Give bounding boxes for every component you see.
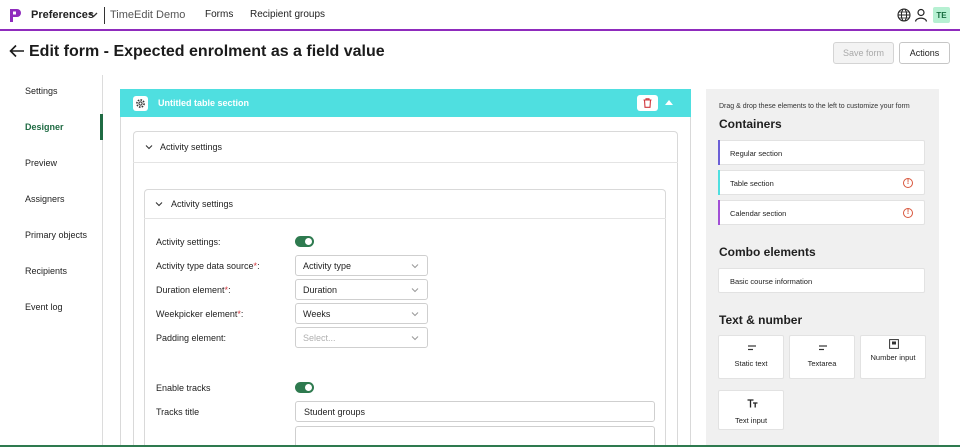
tracks-title-label: Tracks title bbox=[156, 407, 200, 417]
user-icon[interactable] bbox=[914, 8, 928, 22]
chevron-down-icon[interactable] bbox=[89, 10, 98, 19]
padding-select[interactable]: Select... bbox=[295, 327, 428, 348]
tile-label: Static text bbox=[734, 359, 768, 368]
chevron-down-icon bbox=[411, 336, 419, 341]
inner-card-title: Activity settings bbox=[171, 199, 234, 209]
combo-elements-heading: Combo elements bbox=[719, 245, 816, 259]
palette-tile-textarea[interactable]: Textarea bbox=[789, 335, 855, 379]
activity-settings-label: Activity settings: bbox=[156, 237, 221, 247]
organization-name: TimeEdit Demo bbox=[110, 9, 186, 21]
select-value: Weeks bbox=[303, 309, 331, 319]
weekpicker-select[interactable]: Weeks bbox=[295, 303, 428, 324]
enable-tracks-label: Enable tracks bbox=[156, 383, 211, 393]
delete-section-button[interactable] bbox=[637, 95, 658, 111]
tile-label: Number input bbox=[870, 353, 916, 362]
tile-label: Textarea bbox=[807, 359, 837, 368]
globe-icon[interactable] bbox=[897, 8, 911, 22]
palette-item-label: Regular section bbox=[730, 149, 783, 158]
divider bbox=[104, 7, 105, 24]
page-title: Edit form - Expected enrolment as a fiel… bbox=[29, 43, 385, 60]
accent-bar bbox=[718, 200, 720, 225]
text-lines-icon bbox=[819, 345, 827, 351]
palette-item-regular-section[interactable]: Regular section bbox=[718, 140, 925, 165]
enable-tracks-toggle[interactable] bbox=[295, 382, 314, 393]
palette-item-label: Basic course information bbox=[730, 277, 813, 286]
chevron-down-icon bbox=[411, 264, 419, 269]
section-settings-button[interactable] bbox=[133, 96, 148, 111]
nav-recipient-groups[interactable]: Recipient groups bbox=[250, 9, 325, 20]
palette-item-calendar-section[interactable]: Calendar section ! bbox=[718, 200, 925, 225]
app-logo-icon[interactable] bbox=[9, 8, 22, 23]
trash-icon bbox=[643, 98, 652, 108]
card-title: Activity settings bbox=[160, 142, 223, 152]
select-value: Duration bbox=[303, 285, 338, 295]
palette-hint: Drag & drop these elements to the left t… bbox=[719, 103, 910, 110]
app-name[interactable]: Preferences bbox=[31, 9, 94, 21]
padding-label: Padding element: bbox=[156, 333, 227, 343]
collapse-caret-icon[interactable] bbox=[665, 100, 673, 105]
sidebar-item-primary-objects[interactable]: Primary objects bbox=[25, 230, 87, 240]
warning-icon[interactable]: ! bbox=[903, 178, 913, 188]
chevron-down-icon[interactable] bbox=[155, 200, 163, 208]
palette-tile-text-input[interactable]: Text input bbox=[718, 390, 784, 430]
next-field-input[interactable] bbox=[295, 426, 655, 447]
palette-item-table-section[interactable]: Table section ! bbox=[718, 170, 925, 195]
actions-button[interactable]: Actions bbox=[899, 42, 950, 64]
palette-item-basic-course-information[interactable]: Basic course information bbox=[718, 268, 925, 293]
activity-settings-toggle[interactable] bbox=[295, 236, 314, 247]
chevron-down-icon bbox=[411, 288, 419, 293]
number-input-icon bbox=[889, 339, 899, 349]
gear-icon bbox=[136, 99, 145, 108]
containers-heading: Containers bbox=[719, 117, 782, 131]
activity-type-select[interactable]: Activity type bbox=[295, 255, 428, 276]
accent-bar bbox=[718, 140, 720, 165]
nav-forms[interactable]: Forms bbox=[205, 9, 233, 20]
tile-label: Text input bbox=[734, 416, 768, 425]
warning-icon[interactable]: ! bbox=[903, 208, 913, 218]
accent-bar bbox=[718, 170, 720, 195]
activity-type-label: Activity type data source*: bbox=[156, 261, 260, 271]
select-placeholder: Select... bbox=[303, 333, 336, 343]
save-form-button[interactable]: Save form bbox=[833, 42, 894, 64]
sidebar-item-preview[interactable]: Preview bbox=[25, 158, 57, 168]
sidebar-item-assigners[interactable]: Assigners bbox=[25, 194, 65, 204]
avatar[interactable]: TE bbox=[933, 7, 950, 23]
palette-item-label: Calendar section bbox=[730, 209, 787, 218]
palette-item-label: Table section bbox=[730, 179, 774, 188]
text-number-heading: Text & number bbox=[719, 313, 803, 327]
palette-tile-number-input[interactable]: Number input bbox=[860, 335, 926, 379]
sidebar-item-recipients[interactable]: Recipients bbox=[25, 266, 67, 276]
palette-tile-static-text[interactable]: Static text bbox=[718, 335, 784, 379]
active-indicator bbox=[100, 114, 103, 140]
tracks-title-input[interactable]: Student groups bbox=[295, 401, 655, 422]
duration-label: Duration element*: bbox=[156, 285, 231, 295]
text-lines-icon bbox=[748, 345, 756, 351]
chevron-down-icon bbox=[411, 312, 419, 317]
input-value: Student groups bbox=[304, 407, 366, 417]
top-bar: Preferences TimeEdit Demo Forms Recipien… bbox=[0, 0, 960, 31]
select-value: Activity type bbox=[303, 261, 352, 271]
sidebar-item-designer[interactable]: Designer bbox=[25, 122, 64, 132]
back-arrow-icon[interactable] bbox=[9, 44, 25, 58]
section-title[interactable]: Untitled table section bbox=[158, 98, 249, 108]
text-format-icon bbox=[747, 399, 758, 408]
sidebar-item-event-log[interactable]: Event log bbox=[25, 302, 63, 312]
sidebar-item-settings[interactable]: Settings bbox=[25, 86, 58, 96]
duration-select[interactable]: Duration bbox=[295, 279, 428, 300]
chevron-down-icon[interactable] bbox=[145, 143, 153, 151]
weekpicker-label: Weekpicker element*: bbox=[156, 309, 244, 319]
